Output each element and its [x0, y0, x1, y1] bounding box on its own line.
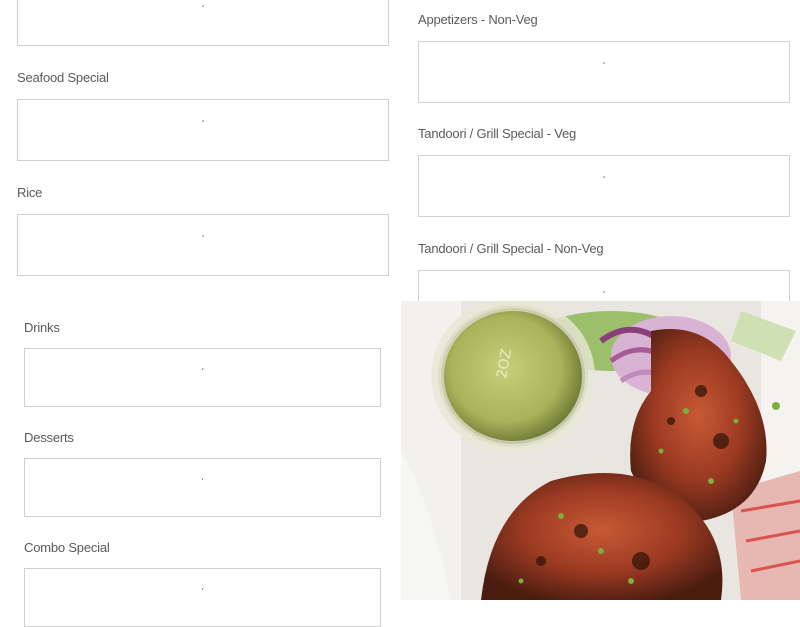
chevron-icon: ˊ	[200, 477, 205, 489]
chevron-icon: ˊ	[602, 176, 606, 187]
section-label-combo-special: Combo Special	[24, 540, 110, 555]
section-label-tandoori-grill-veg: Tandoori / Grill Special - Veg	[418, 126, 577, 141]
section-label-rice: Rice	[17, 185, 43, 200]
menu-box-rice[interactable]: ˊ	[17, 214, 389, 276]
chevron-icon: ˊ	[201, 5, 205, 16]
chevron-icon: ˊ	[201, 235, 205, 246]
section-label-desserts: Desserts	[24, 430, 74, 445]
menu-box-combo-special[interactable]: ˊ	[24, 568, 381, 627]
food-photo-illustration: 2OZ	[401, 301, 800, 600]
chevron-icon: ˊ	[201, 120, 205, 131]
menu-box-desserts[interactable]: ˊ	[24, 458, 381, 517]
section-label-seafood-special: Seafood Special	[17, 70, 109, 85]
menu-box-top-partial[interactable]: ˊ	[17, 0, 389, 46]
section-label-drinks: Drinks	[24, 320, 60, 335]
chevron-icon: ˊ	[602, 62, 606, 73]
chevron-icon: ˊ	[200, 367, 205, 379]
section-label-tandoori-grill-non-veg: Tandoori / Grill Special - Non-Veg	[418, 241, 604, 256]
chevron-icon: ˊ	[200, 587, 205, 599]
menu-box-tandoori-grill-veg[interactable]: ˊ	[418, 155, 790, 217]
food-photo: 2OZ	[401, 301, 800, 600]
menu-box-drinks[interactable]: ˊ	[24, 348, 381, 407]
menu-box-seafood-special[interactable]: ˊ	[17, 99, 389, 161]
menu-box-appetizers-non-veg[interactable]: ˊ	[418, 41, 790, 103]
section-label-appetizers-non-veg: Appetizers - Non-Veg	[418, 12, 538, 27]
